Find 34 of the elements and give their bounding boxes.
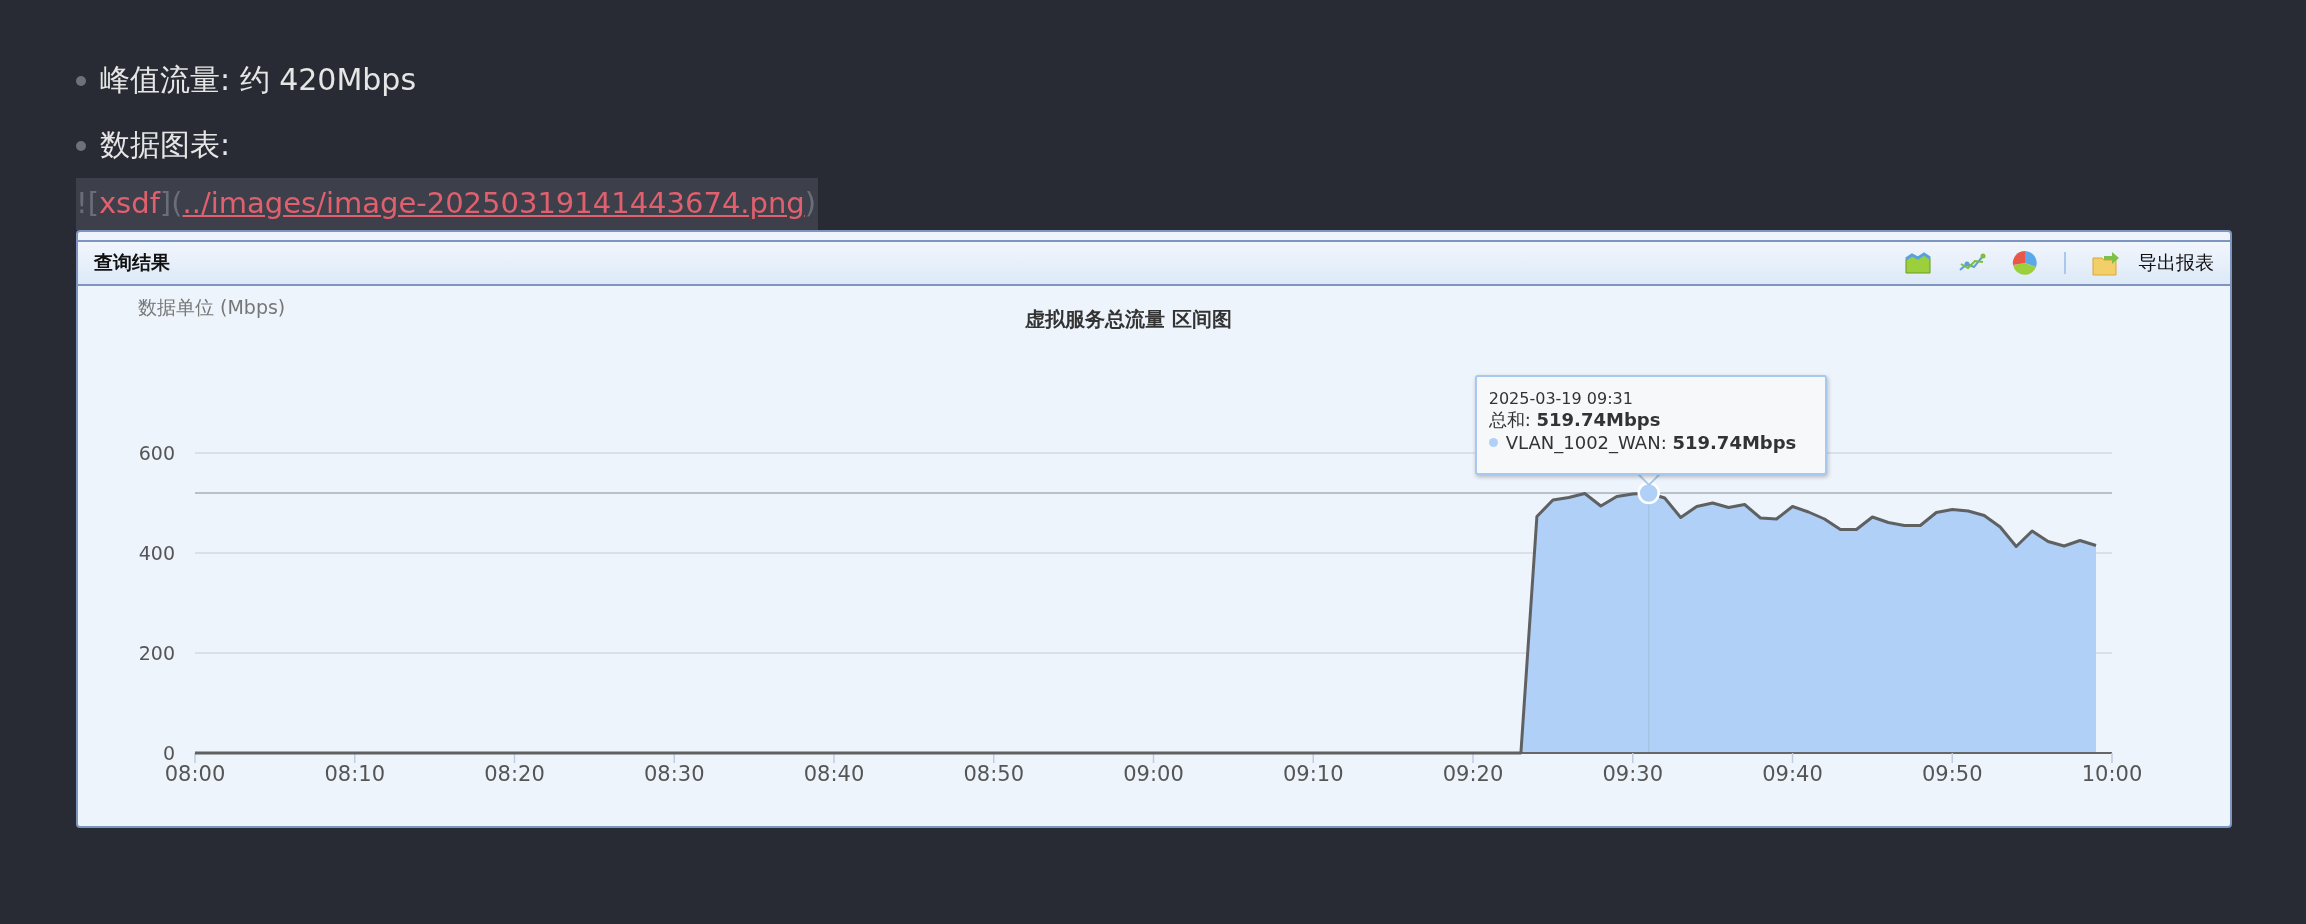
hover-point xyxy=(1637,481,1660,505)
x-tick-label: 10:00 xyxy=(2081,762,2143,786)
series-dot xyxy=(1488,438,1498,447)
panel-title: 查询结果 xyxy=(94,250,170,275)
x-tick-label: 08:30 xyxy=(644,762,705,786)
export-button[interactable]: 导出报表 xyxy=(2092,250,2214,276)
bullet-icon xyxy=(76,75,86,86)
x-tick-label: 08:20 xyxy=(484,762,545,786)
x-tick-label: 09:50 xyxy=(1922,762,1983,786)
folder-arrow-icon xyxy=(2092,250,2120,276)
y-tick-label: 400 xyxy=(138,542,175,564)
x-tick-label: 09:00 xyxy=(1123,762,1184,786)
tooltip-total: 总和: 519.74Mbps xyxy=(1488,408,1662,432)
x-tick-label: 08:00 xyxy=(164,762,226,786)
pie-chart-icon[interactable] xyxy=(2012,250,2038,276)
x-tick-label: 08:50 xyxy=(963,762,1024,786)
bullet-icon xyxy=(76,140,86,151)
chart-title: 虚拟服务总流量 区间图 xyxy=(1025,307,1232,331)
x-tick-label: 08:40 xyxy=(803,762,865,786)
list-text: 数据图表: xyxy=(100,126,231,164)
y-tick-label: 200 xyxy=(138,642,175,664)
y-tick-label: 600 xyxy=(138,442,175,464)
list-text: 峰值流量: 约 420Mbps xyxy=(100,61,417,99)
area-chart-icon[interactable] xyxy=(1904,251,1932,275)
axis-unit-label: 数据单位 (Mbps) xyxy=(138,296,286,318)
tooltip-time: 2025-03-19 09:31 xyxy=(1488,389,1634,408)
x-tick-label: 09:10 xyxy=(1283,762,1344,786)
x-tick-label: 09:40 xyxy=(1762,762,1823,786)
tooltip-series: VLAN_1002_WAN: 519.74Mbps xyxy=(1505,432,1797,453)
x-tick-label: 09:30 xyxy=(1602,762,1663,786)
x-tick-label: 08:10 xyxy=(324,762,385,786)
y-tick-label: 0 xyxy=(162,742,175,764)
x-tick-label: 09:20 xyxy=(1442,762,1504,786)
line-chart-icon[interactable] xyxy=(1958,252,1986,274)
